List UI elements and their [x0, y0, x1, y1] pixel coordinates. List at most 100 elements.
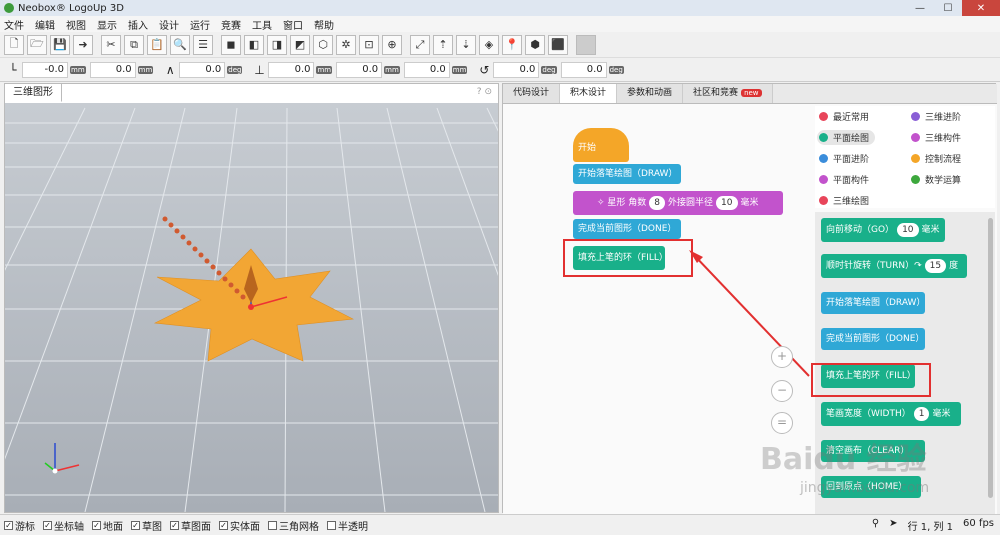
check-axes[interactable]: ✓ 坐标轴	[43, 518, 84, 533]
search-icon[interactable]: 🔍	[170, 34, 190, 55]
check-sketch[interactable]: ✓ 草图	[131, 518, 162, 533]
menu-tools[interactable]: 工具	[252, 17, 272, 32]
cube-top-icon[interactable]: ⬡	[313, 34, 333, 55]
title-bar: Neobox® LogoUp 3D — ☐ ✕	[0, 0, 1000, 16]
x-field[interactable]: 0.0	[268, 61, 315, 78]
flyout-draw-block[interactable]: 开始落笔绘图（DRAW）	[821, 292, 925, 314]
maximize-button[interactable]: ☐	[934, 0, 962, 16]
flyout-done-label: 完成当前图形（DONE）	[826, 334, 925, 344]
cube-left-icon[interactable]: ◨	[267, 34, 287, 55]
tab-params-animation[interactable]: 参数和动画	[617, 84, 684, 103]
close-button[interactable]: ✕	[962, 0, 1000, 16]
pin-icon[interactable]: ⊙	[484, 87, 492, 97]
open-folder-icon[interactable]: 🗁	[27, 34, 47, 55]
tab-block-design[interactable]: 积木设计	[560, 84, 618, 103]
fill-bucket-icon[interactable]: ◈	[479, 34, 499, 55]
save-icon[interactable]: 💾	[50, 34, 70, 55]
location-pin-icon[interactable]: 📍	[502, 34, 522, 55]
mm-unit-icon: mm	[137, 65, 154, 74]
corner-axes-icon: └	[9, 62, 17, 77]
menu-help[interactable]: 帮助	[314, 17, 334, 32]
cube-back-icon[interactable]: ◧	[244, 34, 264, 55]
axes-icon[interactable]: ⊕	[382, 34, 402, 55]
menu-edit[interactable]: 编辑	[35, 17, 55, 32]
category-dot-icon	[819, 175, 828, 184]
z-field[interactable]: 0.0	[403, 61, 450, 78]
category-control-flow[interactable]: 控制流程	[911, 152, 961, 165]
menu-run[interactable]: 运行	[190, 17, 210, 32]
y-offset-field[interactable]: 0.0	[89, 61, 136, 78]
baidu-watermark: Baidu 经验 jingyan.baidu.com	[760, 440, 960, 510]
category-3d-drawing-label: 三维绘图	[833, 197, 870, 207]
category-2d-advanced[interactable]: 平面进阶	[819, 152, 869, 165]
width-value-input[interactable]: 1	[913, 407, 930, 421]
category-math[interactable]: 数学运算	[911, 173, 961, 186]
zoom-in-button[interactable]: +	[771, 346, 793, 368]
paste-icon[interactable]: 📋	[147, 34, 167, 55]
cube-right-icon[interactable]: ◩	[290, 34, 310, 55]
pen-down-icon[interactable]: ⇣	[456, 34, 476, 55]
fit-view-icon[interactable]: ⊡	[359, 34, 379, 55]
turn-angle-input[interactable]: 15	[924, 259, 947, 273]
check-solid-face[interactable]: ✓ 实体面	[219, 518, 260, 533]
minimize-button[interactable]: —	[906, 0, 934, 16]
turn-clockwise-icon: ↷	[914, 261, 922, 271]
tab-code-design[interactable]: 代码设计	[503, 84, 561, 103]
go-block[interactable]: 向前移动（GO） 10 毫米	[821, 218, 945, 242]
pen-up-icon[interactable]: ⇡	[433, 34, 453, 55]
category-3d-drawing[interactable]: 三维绘图	[819, 194, 869, 207]
copy-icon[interactable]: ⧉	[124, 34, 144, 55]
category-dot-icon	[911, 112, 920, 121]
cube-add-icon[interactable]: ⬢	[525, 34, 545, 55]
check-cursor-label: 游标	[15, 521, 35, 533]
turn-block[interactable]: 顺时针旋转（TURN）↷ 15 度	[821, 254, 967, 278]
check-ground[interactable]: ✓ 地面	[92, 518, 123, 533]
menu-design[interactable]: 设计	[159, 17, 179, 32]
stop-icon[interactable]	[576, 34, 596, 55]
cube-iso-icon[interactable]: ✲	[336, 34, 356, 55]
deg-unit-icon: deg	[227, 65, 243, 74]
category-recent[interactable]: 最近常用	[819, 110, 869, 123]
3d-viewport[interactable]	[5, 103, 498, 512]
cut-icon[interactable]: ✂	[101, 34, 121, 55]
new-badge: new	[741, 89, 762, 97]
export-icon[interactable]: ➜	[73, 34, 93, 55]
list-icon[interactable]: ☰	[193, 34, 213, 55]
checkbox-checked-icon: ✓	[219, 520, 228, 530]
category-2d-drawing[interactable]: 平面绘图	[817, 130, 876, 145]
help-icon[interactable]: ?	[477, 87, 482, 97]
check-sketch-face[interactable]: ✓ 草图面	[170, 518, 211, 533]
new-file-icon[interactable]: 🗋	[4, 34, 24, 55]
cube-front-icon[interactable]: ◼	[221, 34, 241, 55]
menu-insert[interactable]: 插入	[128, 17, 148, 32]
category-2d-parts[interactable]: 平面构件	[819, 173, 869, 186]
rotation-2-field[interactable]: 0.0	[560, 61, 607, 78]
menu-window[interactable]: 窗口	[283, 17, 303, 32]
go-distance-input[interactable]: 10	[897, 223, 919, 237]
cube-solid-icon[interactable]: ⬛	[548, 34, 568, 55]
width-block[interactable]: 笔画宽度（WIDTH） 1 毫米	[821, 402, 961, 426]
menu-contest[interactable]: 竞赛	[221, 17, 241, 32]
check-cursor[interactable]: ✓ 游标	[4, 518, 35, 533]
rotation-1-field[interactable]: 0.0	[493, 61, 540, 78]
zoom-out-button[interactable]: −	[771, 380, 793, 402]
flyout-done-block[interactable]: 完成当前图形（DONE）	[821, 328, 925, 350]
check-triangle-mesh[interactable]: 三角网格	[268, 518, 319, 533]
toolbar: 🗋 🗁 💾 ➜ ✂ ⧉ 📋 🔍 ☰ ◼ ◧ ◨ ◩ ⬡ ✲ ⊡ ⊕ ⤢ ⇡ ⇣ …	[0, 32, 1000, 58]
y-field[interactable]: 0.0	[336, 61, 383, 78]
check-translucent[interactable]: 半透明	[327, 518, 368, 533]
expand-icon[interactable]: ⤢	[410, 34, 430, 55]
category-dot-icon	[819, 196, 828, 205]
tab-community-contest[interactable]: 社区和竞赛 new	[683, 84, 773, 103]
flyout-scrollbar[interactable]	[988, 218, 993, 498]
angle-field[interactable]: 0.0	[179, 61, 226, 78]
checkbox-checked-icon: ✓	[170, 520, 179, 530]
zoom-reset-button[interactable]: =	[771, 412, 793, 434]
menu-display[interactable]: 显示	[97, 17, 117, 32]
menu-view[interactable]: 视图	[66, 17, 86, 32]
category-3d-parts[interactable]: 三维构件	[911, 131, 961, 144]
menu-file[interactable]: 文件	[4, 17, 24, 32]
tab-3d-graphics[interactable]: 三维图形	[5, 84, 62, 102]
x-offset-field[interactable]: -0.0	[22, 61, 68, 78]
category-3d-advanced[interactable]: 三维进阶	[911, 110, 961, 123]
